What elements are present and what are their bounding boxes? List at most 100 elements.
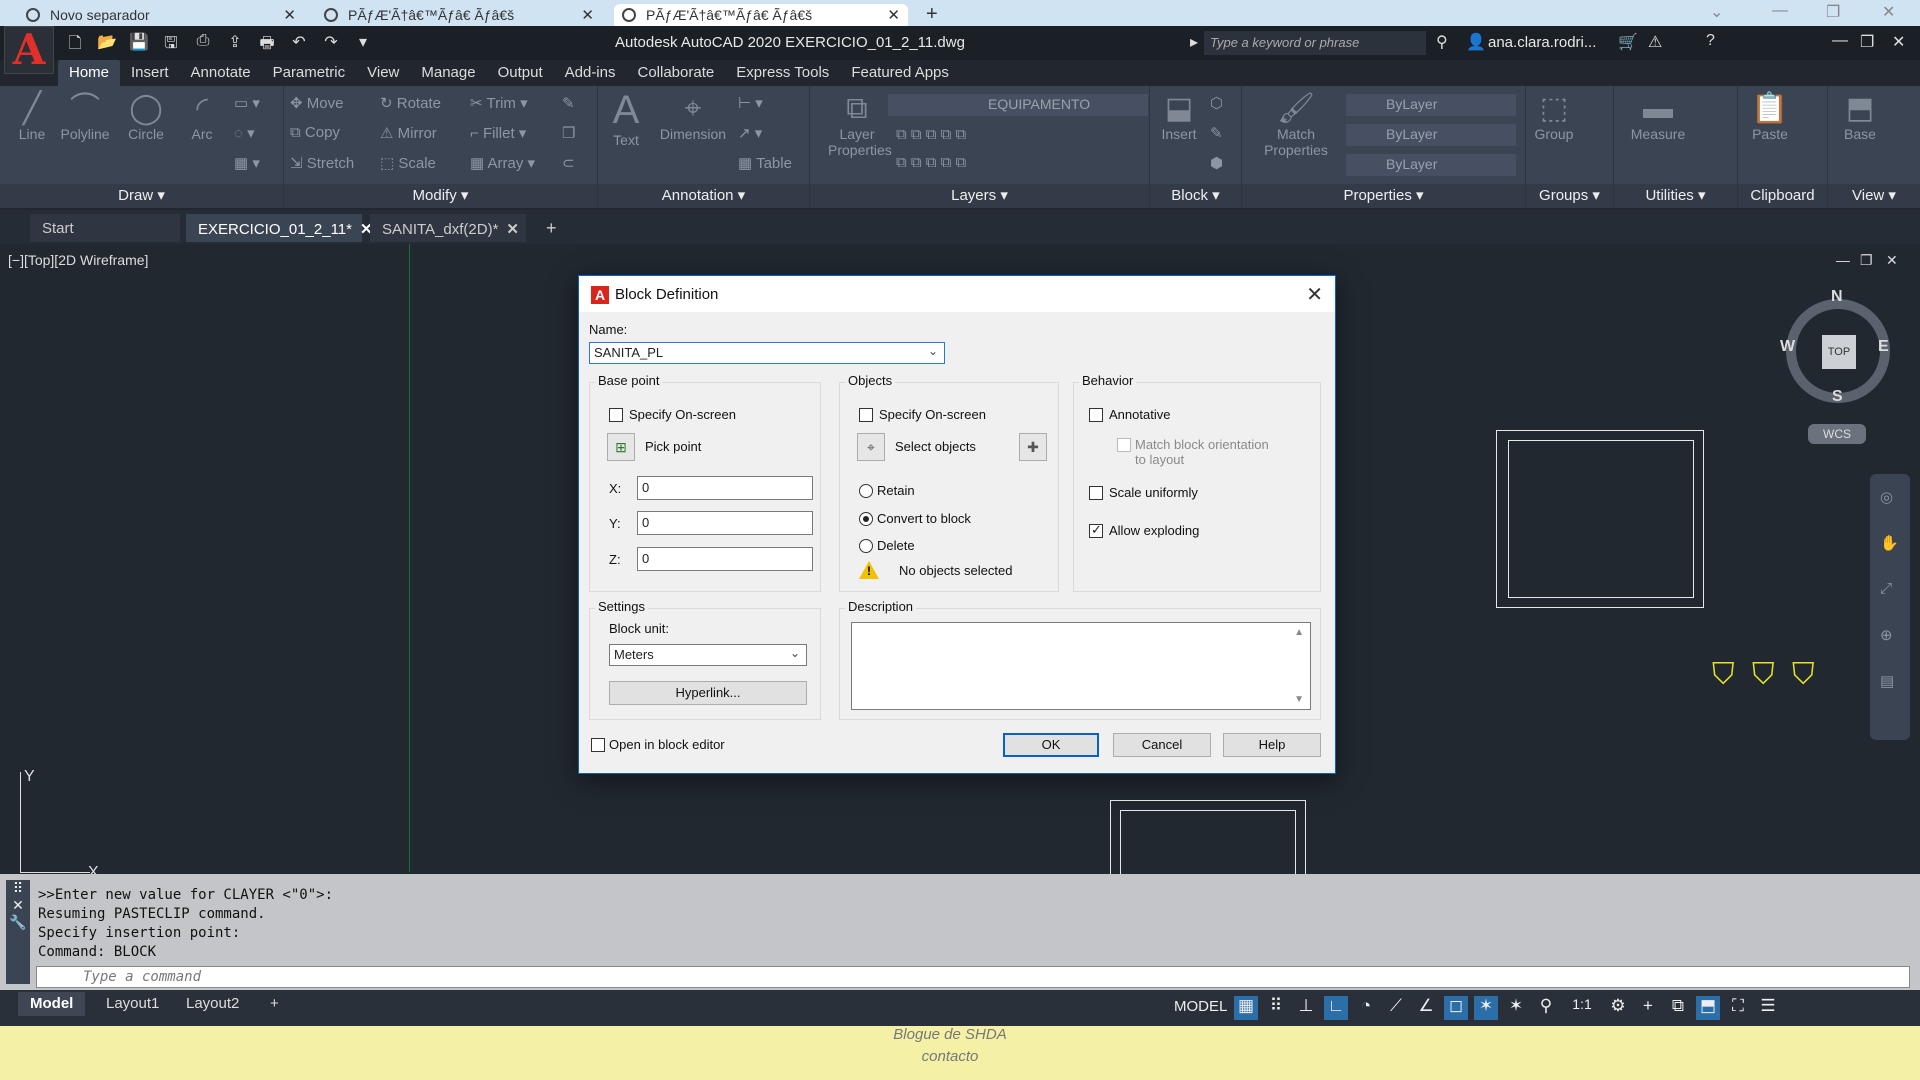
base-specify-onscreen-checkbox[interactable] <box>609 408 623 422</box>
chevron-down-icon[interactable]: ⌄ <box>928 344 938 358</box>
tab-addins[interactable]: Add-ins <box>554 60 627 86</box>
panel-title[interactable]: Utilities ▾ <box>1614 184 1737 208</box>
pan-icon[interactable]: ✋ <box>1880 534 1899 552</box>
circle-tool[interactable]: ◯ Circle <box>122 92 170 142</box>
autocad-logo[interactable]: A <box>4 26 54 74</box>
close-icon[interactable]: ✕ <box>1886 252 1898 269</box>
scroll-up-icon[interactable]: ▲ <box>1294 627 1304 638</box>
help-icon[interactable]: ? <box>1706 32 1715 50</box>
viewport-controls[interactable]: [−][Top][2D Wireframe] <box>8 252 148 268</box>
osnap-icon[interactable]: ∠ <box>1414 996 1438 1020</box>
tab-manage[interactable]: Manage <box>410 60 486 86</box>
table-tool[interactable]: ▦ Table <box>738 154 792 172</box>
compass-east[interactable]: E <box>1878 338 1889 356</box>
leader-icon[interactable]: ↗ ▾ <box>738 124 762 142</box>
compass-north[interactable]: N <box>1831 288 1843 306</box>
tab-output[interactable]: Output <box>487 60 554 86</box>
annotation-scale-icon[interactable]: ⚲ <box>1534 996 1558 1020</box>
layer-tools-icon[interactable]: ⧉ ⧉ ⧉ ⧉ ⧉ <box>896 154 966 171</box>
color-dropdown[interactable]: ByLayer <box>1346 94 1516 116</box>
select-objects-button[interactable]: ⌖ <box>857 433 885 461</box>
stretch-tool[interactable]: ⇲ Stretch <box>290 154 354 172</box>
create-block-icon[interactable]: ⬡ <box>1210 94 1223 112</box>
block-unit-select[interactable]: Meters ⌄ <box>609 644 807 666</box>
linear-dim-icon[interactable]: ⊢ ▾ <box>738 94 763 112</box>
open-file-icon[interactable]: 📂 <box>96 32 118 52</box>
maximize-icon[interactable]: ❐ <box>1826 2 1840 22</box>
infer-icon[interactable]: ⊥ <box>1294 996 1318 1020</box>
array-tool[interactable]: ▦ Array ▾ <box>470 154 535 172</box>
command-line-handle[interactable]: ⠿ ✕ 🔧 <box>6 880 30 984</box>
isodraft-icon[interactable]: ⟋ <box>1384 996 1408 1020</box>
pick-point-button[interactable]: ⊞ <box>607 433 635 461</box>
grid-icon[interactable]: ▦ <box>1234 996 1258 1020</box>
sanita-block-icon[interactable]: ⛉ <box>1712 658 1735 692</box>
sanita-block-icon[interactable]: ⛉ <box>1752 658 1775 692</box>
quick-select-button[interactable]: ✚ <box>1019 433 1047 461</box>
panel-title[interactable]: View ▾ <box>1828 184 1920 208</box>
panel-title[interactable]: Groups ▾ <box>1526 184 1613 208</box>
close-icon[interactable]: ✕ <box>581 6 594 24</box>
new-file-icon[interactable]: 🗋 <box>64 32 86 52</box>
base-tool[interactable]: ⬒ Base <box>1836 92 1884 142</box>
delete-radio[interactable] <box>859 539 873 553</box>
tab-view[interactable]: View <box>356 60 410 86</box>
compass-south[interactable]: S <box>1832 388 1843 406</box>
undo-icon[interactable]: ↶ <box>288 32 310 52</box>
close-icon[interactable]: ✕ <box>1892 32 1905 52</box>
close-icon[interactable]: ✕ <box>6 897 30 914</box>
file-tab-active[interactable]: EXERCICIO_01_2_11* ✕ <box>186 214 373 242</box>
gear-icon[interactable]: ⚙ <box>1606 996 1630 1020</box>
redo-icon[interactable]: ↷ <box>320 32 342 52</box>
ortho-icon[interactable]: ∟ <box>1324 996 1348 1020</box>
cancel-button[interactable]: Cancel <box>1113 733 1211 757</box>
scroll-down-icon[interactable]: ▼ <box>1294 694 1304 705</box>
sanita-block-icon[interactable]: ⛉ <box>1792 658 1815 692</box>
tab-featured-apps[interactable]: Featured Apps <box>840 60 960 86</box>
chevron-right-icon[interactable]: ▸ <box>1190 32 1198 52</box>
minimize-icon[interactable]: — <box>1832 32 1848 50</box>
retain-radio[interactable] <box>859 484 873 498</box>
footer-link[interactable]: contacto <box>880 1048 1020 1065</box>
mirror-tool[interactable]: ⚠ Mirror <box>380 124 437 142</box>
tab-parametric[interactable]: Parametric <box>262 60 357 86</box>
close-icon[interactable]: ✕ <box>1306 282 1323 307</box>
match-orientation-checkbox[interactable] <box>1117 438 1131 452</box>
browser-tab[interactable]: Novo separador ✕ <box>18 4 304 26</box>
minimize-icon[interactable]: — <box>1836 252 1850 268</box>
erase-icon[interactable]: ✎ <box>562 94 575 112</box>
connect-icon[interactable]: ⚠ <box>1648 32 1662 52</box>
save-as-icon[interactable]: 🖫 <box>160 32 182 52</box>
block-name-combo[interactable]: SANITA_PL ⌄ <box>589 342 945 364</box>
ok-button[interactable]: OK <box>1003 733 1099 757</box>
save-icon[interactable]: 💾 <box>128 32 150 52</box>
tab-express-tools[interactable]: Express Tools <box>725 60 840 86</box>
minimize-icon[interactable]: — <box>1772 2 1788 20</box>
fullscreen-icon[interactable]: ⛶ <box>1726 996 1750 1020</box>
snap-icon[interactable]: ⠿ <box>1264 996 1288 1020</box>
layout-tab-layout2[interactable]: Layout2 <box>174 992 251 1016</box>
export-icon[interactable]: ⇪ <box>224 32 246 52</box>
panel-title[interactable]: Clipboard <box>1738 184 1827 208</box>
fillet-tool[interactable]: ⌐ Fillet ▾ <box>470 124 526 142</box>
edit-block-icon[interactable]: ✎ <box>1210 124 1223 142</box>
layer-properties-tool[interactable]: ⧉ Layer Properties <box>828 92 892 158</box>
attribute-icon[interactable]: ⬢ <box>1210 154 1223 172</box>
insert-tool[interactable]: ⬓ Insert <box>1154 92 1204 142</box>
layer-dropdown[interactable]: EQUIPAMENTO <box>888 94 1148 116</box>
isolate-icon[interactable]: ⧉ <box>1666 996 1690 1020</box>
panel-title[interactable]: Layers ▾ <box>810 184 1149 208</box>
measure-tool[interactable]: ▬ Measure <box>1628 92 1688 142</box>
line-tool[interactable]: ╱ Line <box>10 92 54 142</box>
scale-value[interactable]: 1:1 <box>1564 996 1600 1020</box>
panel-title[interactable]: Block ▾ <box>1150 184 1241 208</box>
close-icon[interactable]: ✕ <box>1882 2 1895 22</box>
paste-tool[interactable]: 📋 Paste <box>1746 92 1794 142</box>
publish-icon[interactable]: ⎙ <box>192 32 214 52</box>
file-tab-start[interactable]: Start <box>30 214 180 242</box>
explode-icon[interactable]: ❐ <box>562 124 575 142</box>
scale-tool[interactable]: ⬚ Scale <box>380 154 436 172</box>
lineweight-dropdown[interactable]: ByLayer <box>1346 154 1516 176</box>
binoculars-icon[interactable]: ⚲ <box>1436 32 1448 52</box>
polar-icon[interactable]: ◔ <box>1354 996 1378 1020</box>
